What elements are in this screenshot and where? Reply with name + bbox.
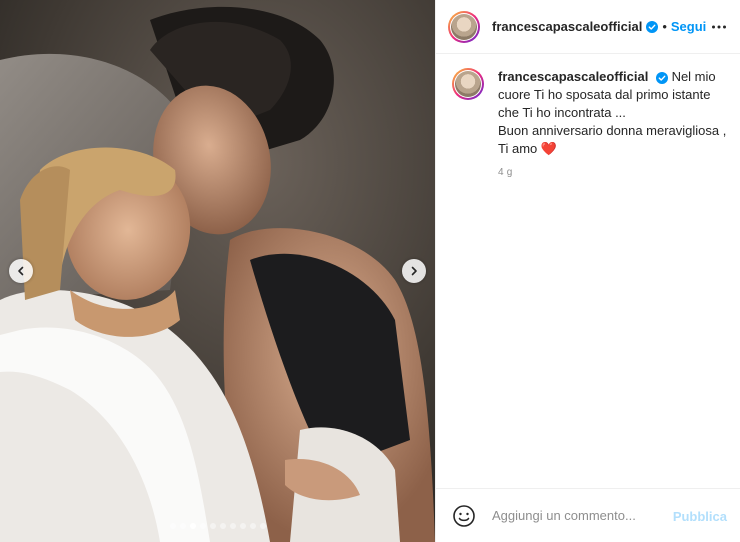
caption-line-2: Buon anniversario donna meravigliosa , T… <box>498 123 727 156</box>
carousel-dot <box>259 523 266 529</box>
comment-bar: Pubblica <box>436 488 740 542</box>
header-separator: • <box>662 19 667 34</box>
post-image <box>0 0 435 542</box>
caption-username[interactable]: francescapascaleofficial <box>498 69 648 84</box>
more-horizontal-icon[interactable] <box>711 19 727 35</box>
next-photo-button[interactable] <box>402 259 426 283</box>
emoji-smile-icon[interactable] <box>452 504 476 528</box>
carousel-dot <box>209 523 216 529</box>
verified-badge-icon <box>655 71 668 84</box>
previous-photo-button[interactable] <box>9 259 33 283</box>
header-username[interactable]: francescapascaleofficial <box>492 19 642 34</box>
carousel-dot <box>179 523 186 529</box>
carousel-indicator <box>0 523 435 529</box>
post-caption: francescapascaleofficial Nel mio cuore T… <box>452 68 727 182</box>
caption-avatar[interactable] <box>452 68 484 100</box>
chevron-left-icon <box>18 266 24 276</box>
carousel-dot <box>169 523 176 529</box>
caption-body: francescapascaleofficial Nel mio cuore T… <box>498 68 727 182</box>
post-sidebar: francescapascaleofficial • Segui frances… <box>435 0 740 542</box>
heart-emoji: ❤️ <box>540 141 558 156</box>
carousel-dot <box>199 523 206 529</box>
profile-picture <box>451 13 477 40</box>
profile-picture <box>455 71 481 97</box>
post-header: francescapascaleofficial • Segui <box>436 0 740 54</box>
carousel-dot <box>189 523 196 529</box>
comment-input[interactable] <box>490 507 674 524</box>
carousel-dot <box>239 523 246 529</box>
post-photo[interactable] <box>0 0 435 542</box>
chevron-right-icon <box>411 266 417 276</box>
carousel-dot <box>229 523 236 529</box>
carousel-dot <box>219 523 226 529</box>
publish-button[interactable]: Pubblica <box>673 509 727 524</box>
avatar[interactable] <box>448 10 480 43</box>
carousel-dot <box>249 523 256 529</box>
verified-badge-icon <box>646 20 659 33</box>
follow-button[interactable]: Segui <box>671 19 706 34</box>
post-timestamp[interactable]: 4 g <box>498 164 727 182</box>
